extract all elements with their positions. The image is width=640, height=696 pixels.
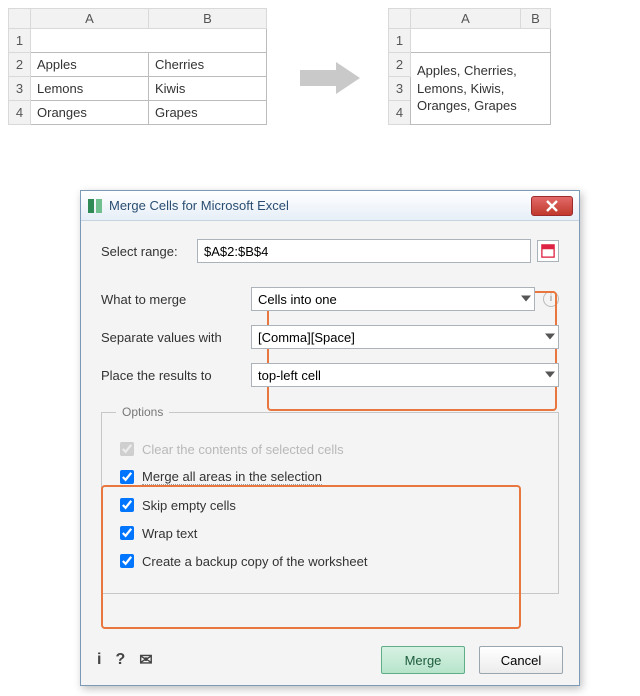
row-header-2[interactable]: 2: [389, 53, 411, 77]
info-button[interactable]: i: [97, 651, 101, 669]
separator-dropdown[interactable]: [251, 325, 559, 349]
wrap-text-checkbox[interactable]: [120, 526, 134, 540]
result-merged-cell[interactable]: Apples, Cherries, Lemons, Kiwis, Oranges…: [411, 53, 551, 125]
row-header-1[interactable]: 1: [9, 29, 31, 53]
row-header-3[interactable]: 3: [389, 77, 411, 101]
dialog-title: Merge Cells for Microsoft Excel: [109, 198, 531, 213]
result-title-cell[interactable]: Result: [411, 29, 551, 53]
option-wrap-text[interactable]: Wrap text: [116, 523, 544, 543]
backup-checkbox[interactable]: [120, 554, 134, 568]
what-to-merge-value[interactable]: [251, 287, 535, 311]
place-results-label: Place the results to: [101, 368, 251, 383]
options-group: Options Clear the contents of selected c…: [101, 405, 559, 594]
merge-button[interactable]: Merge: [381, 646, 465, 674]
what-to-merge-dropdown[interactable]: [251, 287, 535, 311]
wrap-text-label: Wrap text: [142, 526, 197, 541]
range-label: Select range:: [101, 244, 197, 259]
cell-b4[interactable]: Grapes: [149, 101, 267, 125]
row-header-4[interactable]: 4: [9, 101, 31, 125]
col-header-a[interactable]: A: [411, 9, 521, 29]
close-button[interactable]: [531, 196, 573, 216]
skip-empty-label: Skip empty cells: [142, 498, 236, 513]
result-sheet: A B 1 Result 2 Apples, Cherries, Lemons,…: [388, 8, 551, 125]
cell-a4[interactable]: Oranges: [31, 101, 149, 125]
row-header-1[interactable]: 1: [389, 29, 411, 53]
arrow-icon: [300, 62, 360, 97]
what-to-merge-label: What to merge: [101, 292, 251, 307]
place-results-value[interactable]: [251, 363, 559, 387]
close-icon: [546, 200, 558, 212]
feedback-button[interactable]: ✉: [139, 650, 152, 670]
row-header-2[interactable]: 2: [9, 53, 31, 77]
info-icon[interactable]: i: [543, 291, 559, 307]
cell-b3[interactable]: Kiwis: [149, 77, 267, 101]
option-skip-empty[interactable]: Skip empty cells: [116, 495, 544, 515]
app-icon: [87, 198, 103, 214]
option-clear-contents: Clear the contents of selected cells: [116, 439, 544, 459]
help-button[interactable]: ?: [115, 651, 125, 669]
dialog-footer: i ? ✉ Merge Cancel: [81, 635, 579, 685]
row-header-3[interactable]: 3: [9, 77, 31, 101]
options-legend: Options: [116, 405, 169, 419]
col-header-b[interactable]: B: [149, 9, 267, 29]
range-picker-button[interactable]: [537, 240, 559, 262]
cell-a2[interactable]: Apples: [31, 53, 149, 77]
row-header-4[interactable]: 4: [389, 101, 411, 125]
place-results-dropdown[interactable]: [251, 363, 559, 387]
range-input[interactable]: [197, 239, 531, 263]
corner-cell: [9, 9, 31, 29]
backup-label: Create a backup copy of the worksheet: [142, 554, 367, 569]
source-sheet: A B 1 Source data 2 Apples Cherries 3 Le…: [8, 8, 267, 125]
clear-contents-label: Clear the contents of selected cells: [142, 442, 344, 457]
skip-empty-checkbox[interactable]: [120, 498, 134, 512]
title-bar[interactable]: Merge Cells for Microsoft Excel: [81, 191, 579, 221]
range-picker-icon: [541, 244, 555, 258]
merge-areas-checkbox[interactable]: [120, 470, 134, 484]
cancel-button[interactable]: Cancel: [479, 646, 563, 674]
separator-label: Separate values with: [101, 330, 251, 345]
clear-contents-checkbox: [120, 442, 134, 456]
cell-a3[interactable]: Lemons: [31, 77, 149, 101]
col-header-b[interactable]: B: [521, 9, 551, 29]
separator-value[interactable]: [251, 325, 559, 349]
col-header-a[interactable]: A: [31, 9, 149, 29]
source-title-cell[interactable]: Source data: [31, 29, 267, 53]
merge-cells-dialog: Merge Cells for Microsoft Excel Select r…: [80, 190, 580, 686]
option-backup[interactable]: Create a backup copy of the worksheet: [116, 551, 544, 571]
merge-areas-label: Merge all areas in the selection: [142, 469, 322, 485]
cell-b2[interactable]: Cherries: [149, 53, 267, 77]
corner-cell: [389, 9, 411, 29]
option-merge-areas[interactable]: Merge all areas in the selection: [116, 467, 544, 487]
